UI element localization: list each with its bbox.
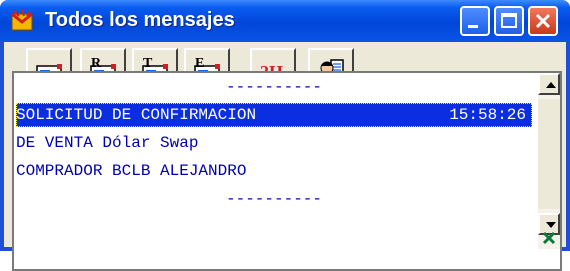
message-row[interactable]: COMPRADOR BCLB ALEJANDRO <box>16 159 532 183</box>
vertical-scrollbar[interactable] <box>538 73 560 249</box>
message-row[interactable]: ---------- <box>16 187 532 211</box>
messages-window: Todos los mensajes R T E ---------- SOLI… <box>0 0 570 271</box>
maximize-icon <box>501 13 517 28</box>
close-icon <box>535 13 551 29</box>
message-text: SOLICITUD DE CONFIRMACION <box>16 106 257 124</box>
svg-text:T: T <box>143 56 153 71</box>
message-row-selected[interactable]: SOLICITUD DE CONFIRMACION 15:58:26 <box>16 103 532 127</box>
app-icon <box>11 9 33 31</box>
message-text: COMPRADOR BCLB ALEJANDRO <box>16 162 247 180</box>
arrow-down-icon <box>546 222 556 228</box>
arrow-up-icon <box>546 82 556 88</box>
window-title: Todos los mensajes <box>45 9 235 31</box>
close-button[interactable] <box>528 6 558 36</box>
svg-text:E: E <box>195 56 204 71</box>
maximize-button[interactable] <box>494 6 524 36</box>
message-list[interactable]: ---------- SOLICITUD DE CONFIRMACION 15:58… <box>12 71 562 271</box>
message-text: ---------- <box>225 78 322 96</box>
x-logo-icon <box>542 231 556 245</box>
minimize-icon <box>468 25 478 28</box>
message-row[interactable]: ---------- <box>16 75 532 99</box>
scroll-track[interactable] <box>538 99 560 209</box>
scroll-up-button[interactable] <box>538 73 560 95</box>
message-time: 15:58:26 <box>449 106 526 124</box>
message-text: ---------- <box>225 190 322 208</box>
title-bar[interactable]: Todos los mensajes <box>0 0 570 42</box>
minimize-button[interactable] <box>460 6 490 36</box>
message-row[interactable]: DE VENTA Dólar Swap <box>16 131 532 155</box>
message-text: DE VENTA Dólar Swap <box>16 134 199 152</box>
svg-text:R: R <box>91 56 102 71</box>
